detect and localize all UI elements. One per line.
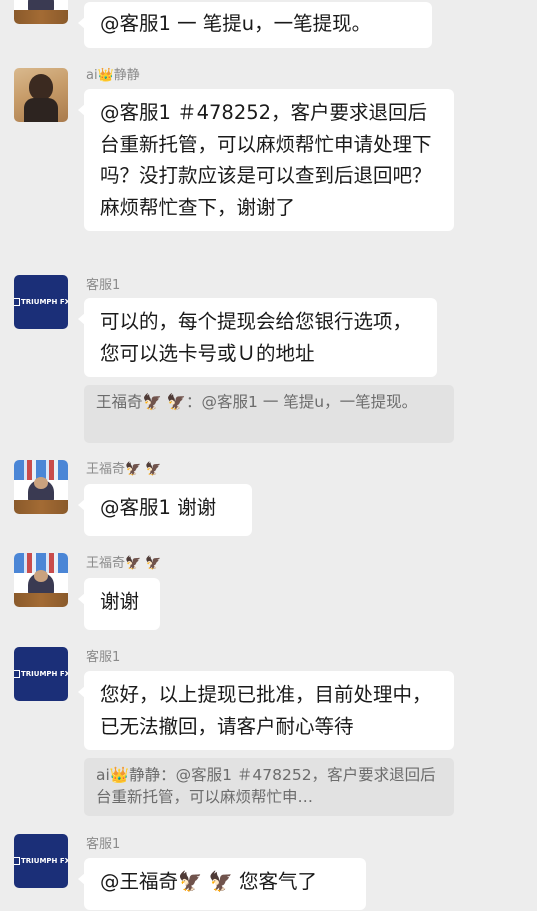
sender-name: 客服1 (86, 278, 121, 293)
avatar-wang-fuqi[interactable] (14, 553, 68, 607)
avatar-kefu1[interactable]: TRIUMPH FX (14, 647, 68, 701)
sender-name: 客服1 (86, 650, 121, 665)
message-bubble[interactable]: 谢谢 (78, 578, 160, 630)
avatar-wang-fuqi[interactable] (14, 0, 68, 24)
logo-mark-icon (14, 298, 20, 306)
sender-name: ai👑静静 (86, 68, 140, 83)
message-text: 您好，以上提现已批准，目前处理中，已无法撤回，请客户耐心等待 (100, 683, 432, 738)
logo-mark-icon (14, 670, 20, 678)
quoted-text: 王福奇🦅 🦅：@客服1 一 笔提u，一笔提现。 (96, 393, 418, 411)
avatar-jingjing[interactable] (14, 68, 68, 122)
message-bubble[interactable]: 可以的，每个提现会给您银行选项，您可以选卡号或Ｕ的地址 (78, 298, 437, 377)
avatar-wang-fuqi[interactable] (14, 460, 68, 514)
message-text: @王福奇🦅 🦅 您客气了 (100, 870, 317, 893)
avatar-kefu1[interactable]: TRIUMPH FX (14, 275, 68, 329)
sender-name: 王福奇🦅 🦅 (86, 556, 162, 571)
sender-name: 王福奇🦅 🦅 (86, 462, 162, 477)
quoted-message[interactable]: ai👑静静：@客服1 ＃478252，客户要求退回后台重新托管，可以麻烦帮忙申… (84, 758, 454, 816)
quoted-text: ai👑静静：@客服1 ＃478252，客户要求退回后台重新托管，可以麻烦帮忙申… (96, 766, 436, 806)
message-text: @客服1 一 笔提u，一笔提现。 (100, 12, 372, 35)
message-text: @客服1 ＃478252，客户要求退回后台重新托管，可以麻烦帮忙申请处理下吗？没… (100, 101, 432, 219)
message-bubble[interactable]: @客服1 谢谢 (78, 484, 252, 536)
message-bubble[interactable]: @客服1 一 笔提u，一笔提现。 (78, 2, 432, 48)
message-bubble[interactable]: @王福奇🦅 🦅 您客气了 (78, 858, 366, 910)
message-bubble[interactable]: 您好，以上提现已批准，目前处理中，已无法撤回，请客户耐心等待 (78, 671, 454, 750)
message-bubble[interactable]: @客服1 ＃478252，客户要求退回后台重新托管，可以麻烦帮忙申请处理下吗？没… (78, 89, 454, 231)
sender-name: 客服1 (86, 837, 121, 852)
avatar-kefu1[interactable]: TRIUMPH FX (14, 834, 68, 888)
logo-mark-icon (14, 857, 20, 865)
quoted-message[interactable]: 王福奇🦅 🦅：@客服1 一 笔提u，一笔提现。 (84, 385, 454, 443)
message-text: @客服1 谢谢 (100, 496, 217, 519)
message-text: 可以的，每个提现会给您银行选项，您可以选卡号或Ｕ的地址 (100, 310, 413, 365)
message-text: 谢谢 (100, 590, 140, 613)
